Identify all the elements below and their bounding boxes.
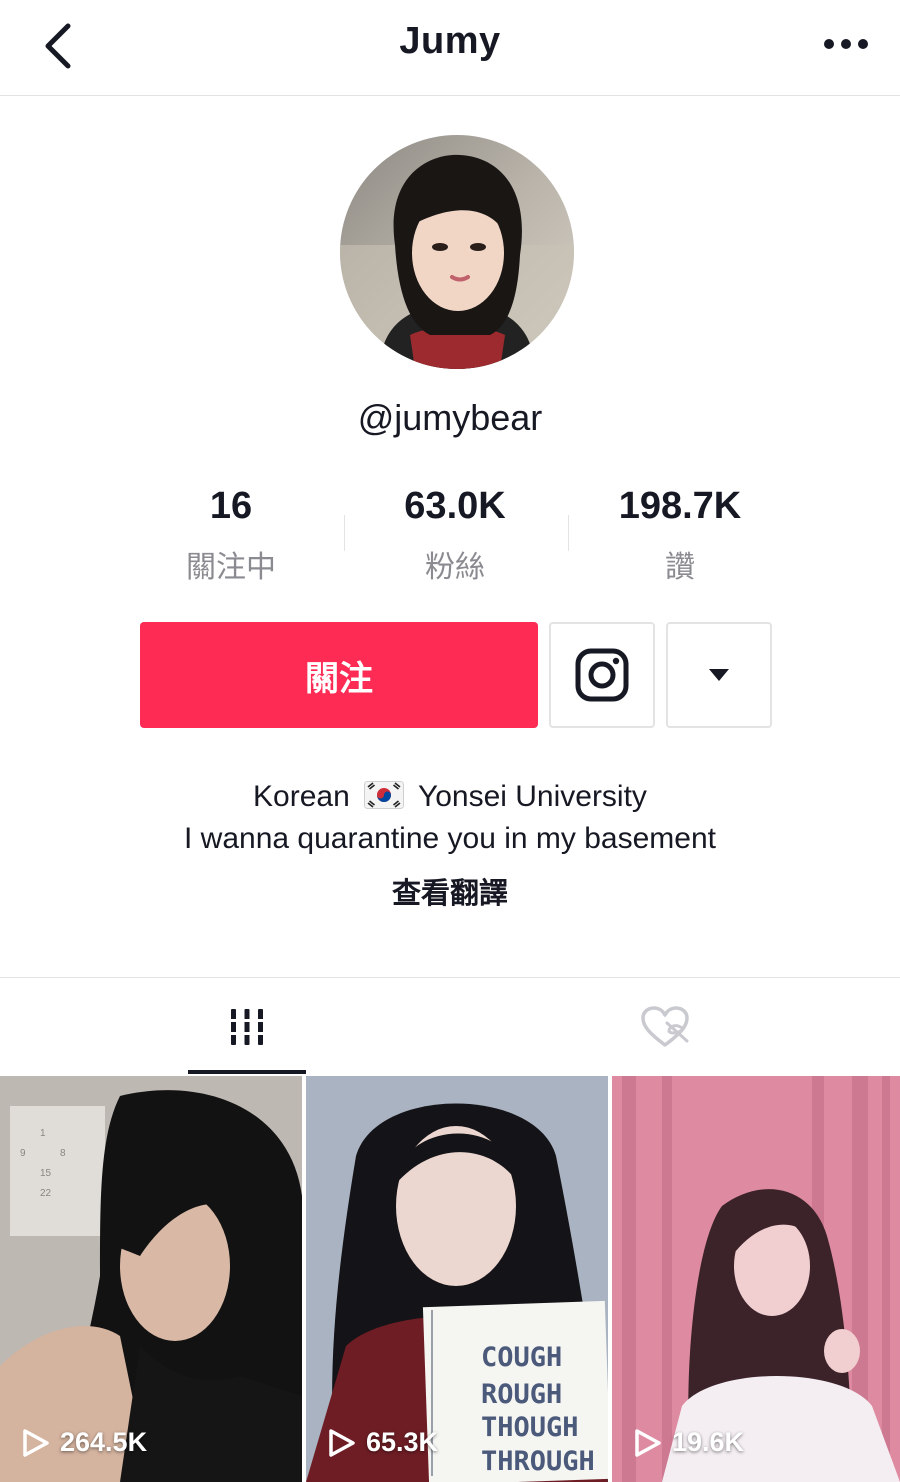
profile-avatar[interactable] xyxy=(340,135,574,369)
suggested-accounts-dropdown-button[interactable] xyxy=(666,622,772,728)
followers-stat[interactable]: 63.0K 粉絲 xyxy=(355,485,555,586)
likes-count: 198.7K xyxy=(618,485,742,527)
page-title: Jumy xyxy=(399,20,501,62)
followers-count: 63.0K xyxy=(404,485,506,527)
play-icon xyxy=(635,1428,661,1457)
profile-tabs xyxy=(0,977,900,1075)
video-cover-image: 1 9 8 15 22 xyxy=(0,1076,302,1482)
view-count: 19.6K xyxy=(634,1427,744,1458)
video-cover-image xyxy=(612,1076,900,1482)
svg-text:THOUGH: THOUGH xyxy=(481,1412,579,1443)
svg-text:ROUGH: ROUGH xyxy=(481,1379,562,1410)
liked-videos-hidden-icon xyxy=(641,1006,689,1047)
likes-stat[interactable]: 198.7K 讚 xyxy=(580,485,780,586)
view-count-text: 264.5K xyxy=(60,1427,148,1457)
follow-button[interactable]: 關注 xyxy=(140,622,538,728)
stat-divider xyxy=(568,515,569,551)
caret-down-icon xyxy=(709,669,729,681)
play-icon xyxy=(23,1428,49,1457)
avatar-photo xyxy=(340,135,574,369)
stat-divider xyxy=(344,515,345,551)
view-count: 264.5K xyxy=(22,1427,147,1458)
video-thumbnail-3[interactable]: 19.6K xyxy=(612,1076,900,1482)
view-count-text: 19.6K xyxy=(672,1427,745,1457)
play-icon xyxy=(329,1428,355,1457)
following-count: 16 xyxy=(209,485,253,527)
video-thumbnail-2[interactable]: COUGH ROUGH THOUGH THROUGH 65.3K xyxy=(306,1076,608,1482)
bio-text-university: Yonsei University xyxy=(417,780,647,813)
video-grid: 1 9 8 15 22 264.5K COUGH ROUGH THOUGH THRO… xyxy=(0,1076,900,1482)
view-count: 65.3K xyxy=(328,1427,438,1458)
see-translation-link[interactable]: 查看翻譯 xyxy=(0,870,900,912)
video-cover-image: COUGH ROUGH THOUGH THROUGH xyxy=(306,1076,608,1482)
instagram-icon xyxy=(575,648,629,702)
following-stat[interactable]: 16 關注中 xyxy=(131,485,331,586)
bio-text-korean: Korean xyxy=(253,780,350,813)
instagram-button[interactable] xyxy=(549,622,655,728)
svg-text:15: 15 xyxy=(40,1168,52,1179)
svg-text:22: 22 xyxy=(40,1188,52,1199)
bio-line-1: Korean Yonsei University xyxy=(0,780,900,814)
svg-text:8: 8 xyxy=(60,1148,66,1159)
following-label: 關注中 xyxy=(186,550,276,585)
south-korea-flag-icon xyxy=(364,781,405,809)
video-thumbnail-1[interactable]: 1 9 8 15 22 264.5K xyxy=(0,1076,302,1482)
more-options-button[interactable] xyxy=(816,20,876,68)
svg-text:THROUGH: THROUGH xyxy=(481,1446,595,1477)
svg-text:9: 9 xyxy=(20,1148,26,1159)
likes-label: 讚 xyxy=(665,550,695,585)
tab-liked[interactable] xyxy=(440,978,890,1076)
username: @jumybear xyxy=(357,397,543,438)
followers-label: 粉絲 xyxy=(425,550,485,585)
active-tab-indicator xyxy=(188,1070,306,1074)
tab-videos[interactable] xyxy=(22,978,472,1076)
top-navigation-bar: Jumy xyxy=(0,0,900,96)
bio-line-2: I wanna quarantine you in my basement xyxy=(184,822,716,855)
svg-text:COUGH: COUGH xyxy=(481,1342,562,1373)
view-count-text: 65.3K xyxy=(366,1427,439,1457)
svg-text:1: 1 xyxy=(40,1128,46,1139)
more-horizontal-icon xyxy=(824,39,868,49)
videos-grid-icon xyxy=(229,1009,265,1045)
